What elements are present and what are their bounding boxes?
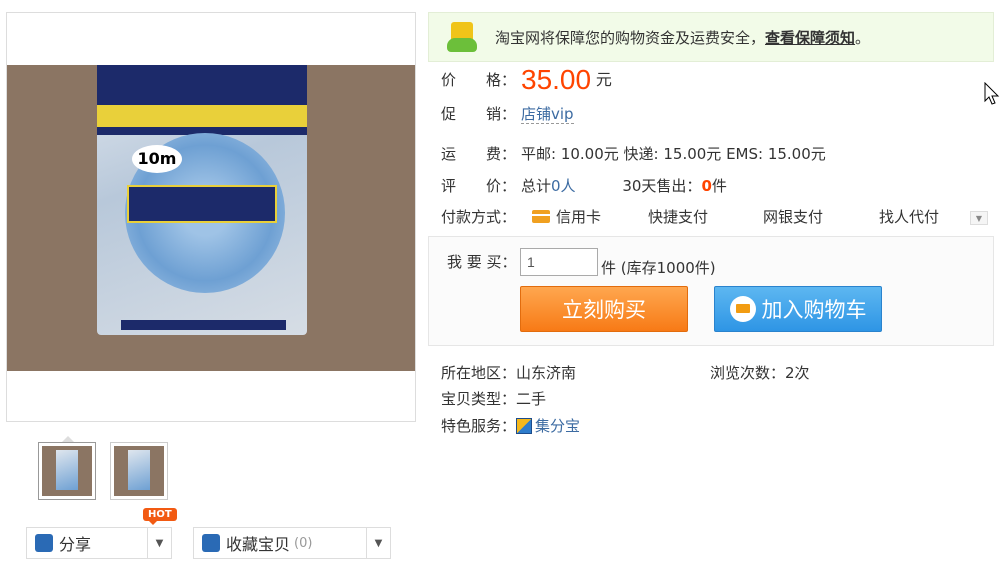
views-label: 浏览次数： (710, 364, 786, 382)
favorite-dropdown-icon[interactable]: ▼ (366, 528, 390, 558)
jifenbao-icon (516, 418, 533, 434)
add-to-cart-button[interactable]: 加入购物车 (714, 286, 882, 332)
sales-prefix: 30天售出： (622, 177, 702, 195)
notice-text: 淘宝网将保障您的购物资金及运费安全， (495, 28, 766, 47)
promo-row: 促 销： 店铺vip (441, 103, 574, 124)
notice-link[interactable]: 查看保障须知 (765, 29, 855, 47)
notice-tail: 。 (855, 28, 871, 47)
price-value: 35.00 (521, 64, 592, 95)
share-icon (35, 534, 53, 552)
region-value: 山东济南 (516, 364, 577, 382)
rating-label: 评 价： (441, 177, 517, 195)
service-row: 特色服务： 集分宝 (441, 415, 580, 436)
product-main-image[interactable]: 10m (7, 65, 415, 371)
payment-label: 付款方式： (441, 208, 517, 226)
shipping-row: 运 费： 平邮: 10.00元 快递: 15.00元 EMS: 15.00元 (441, 143, 826, 164)
buy-now-label: 立刻购买 (562, 298, 646, 322)
sales-count: 0 (701, 177, 712, 195)
price-label: 价 格： (441, 71, 517, 89)
type-label: 宝贝类型： (441, 390, 517, 408)
quantity-input[interactable] (520, 248, 598, 276)
payment-online-bank[interactable]: 网银支付 (763, 206, 823, 227)
rating-prefix: 总计 (521, 177, 552, 195)
share-label: 分享 (59, 535, 92, 554)
service-label: 特色服务： (441, 417, 517, 435)
credit-card-icon (532, 210, 550, 223)
favorite-icon (202, 534, 220, 552)
cart-icon (729, 296, 756, 322)
views-row: 浏览次数：2次 (710, 362, 810, 383)
protection-icon (445, 20, 479, 54)
views-value: 2次 (785, 364, 810, 382)
favorite-count: (0) (294, 535, 313, 551)
shipping-label: 运 费： (441, 145, 517, 163)
buy-now-button[interactable]: 立刻购买 (520, 286, 688, 332)
security-notice: 淘宝网将保障您的购物资金及运费安全，查看保障须知。 (428, 12, 994, 62)
shipping-value: 平邮: 10.00元 快递: 15.00元 EMS: 15.00元 (521, 145, 826, 163)
product-thumbnail-1[interactable] (38, 442, 96, 500)
service-value[interactable]: 集分宝 (535, 417, 580, 435)
payment-proxy-pay[interactable]: 找人代付 (879, 206, 939, 227)
stock-text: 件 (库存1000件) (601, 259, 716, 277)
rating-row: 评 价： 总计0人 30天售出：0件 (441, 175, 727, 196)
share-dropdown-icon[interactable]: ▼ (147, 528, 171, 558)
region-label: 所在地区： (441, 364, 517, 382)
payment-quick-pay[interactable]: 快捷支付 (648, 206, 708, 227)
add-cart-label: 加入购物车 (761, 298, 867, 322)
price-row: 价 格： 35.00 元 (441, 64, 612, 96)
price-unit: 元 (595, 70, 612, 89)
type-row: 宝贝类型：二手 (441, 388, 546, 409)
sales-unit: 件 (711, 177, 727, 195)
payment-credit-card[interactable]: 信用卡 (532, 206, 601, 227)
payment-expand-icon[interactable]: ▼ (970, 211, 988, 225)
region-row: 所在地区：山东济南 (441, 362, 576, 383)
favorite-button[interactable]: 收藏宝贝 (0) ▼ (193, 527, 391, 559)
promo-value[interactable]: 店铺vip (521, 105, 574, 124)
promo-label: 促 销： (441, 105, 517, 123)
qty-label: 我 要 买： (447, 253, 517, 271)
product-thumbnail-2[interactable] (110, 442, 168, 500)
share-button[interactable]: 分享 ▼ (26, 527, 172, 559)
hot-badge: HOT (143, 508, 177, 525)
favorite-label: 收藏宝贝 (226, 535, 291, 554)
payment-method-label: 信用卡 (556, 208, 602, 226)
main-image-frame: 10m (6, 12, 416, 422)
rating-count[interactable]: 0人 (551, 177, 576, 195)
type-value: 二手 (516, 390, 547, 408)
mouse-cursor-icon (984, 82, 1000, 105)
